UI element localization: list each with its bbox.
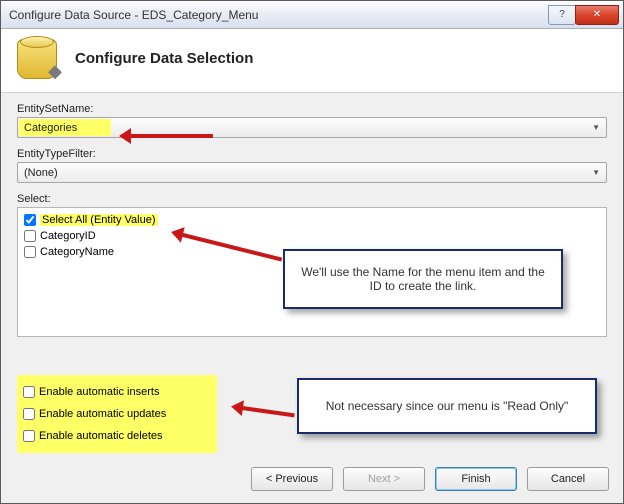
cancel-button[interactable]: Cancel bbox=[527, 467, 609, 491]
enable-deletes-label: Enable automatic deletes bbox=[39, 430, 163, 442]
chevron-down-icon: ▼ bbox=[592, 168, 600, 177]
entitysetname-label: EntitySetName: bbox=[17, 103, 607, 115]
entitysetname-dropdown[interactable]: Categories ▼ bbox=[17, 117, 607, 138]
dialog-content: Configure Data Selection EntitySetName: … bbox=[1, 29, 623, 503]
enable-updates-row[interactable]: Enable automatic updates bbox=[23, 403, 209, 425]
categoryname-checkbox[interactable] bbox=[24, 246, 36, 258]
enable-updates-label: Enable automatic updates bbox=[39, 408, 166, 420]
entitytypefilter-value: (None) bbox=[24, 167, 58, 179]
enable-inserts-checkbox[interactable] bbox=[23, 386, 35, 398]
entitysetname-value: Categories bbox=[24, 122, 77, 134]
entitytypefilter-dropdown[interactable]: (None) ▼ bbox=[17, 162, 607, 183]
previous-button[interactable]: < Previous bbox=[251, 467, 333, 491]
enable-inserts-label: Enable automatic inserts bbox=[39, 386, 159, 398]
wizard-buttons: < Previous Next > Finish Cancel bbox=[251, 467, 609, 491]
entitytypefilter-label: EntityTypeFilter: bbox=[17, 148, 607, 160]
finish-button[interactable]: Finish bbox=[435, 467, 517, 491]
annotation-callout: We'll use the Name for the menu item and… bbox=[283, 249, 563, 309]
window-title: Configure Data Source - EDS_Category_Men… bbox=[9, 8, 549, 22]
select-label: Select: bbox=[17, 193, 607, 205]
dialog-body: EntitySetName: Categories ▼ EntityTypeFi… bbox=[1, 93, 623, 503]
enable-updates-checkbox[interactable] bbox=[23, 408, 35, 420]
annotation-callout: Not necessary since our menu is "Read On… bbox=[297, 378, 597, 434]
close-button[interactable]: ✕ bbox=[575, 5, 619, 25]
enable-inserts-row[interactable]: Enable automatic inserts bbox=[23, 381, 209, 403]
window-controls: ? ✕ bbox=[549, 5, 619, 25]
annotation-arrow bbox=[123, 134, 213, 138]
categoryid-checkbox[interactable] bbox=[24, 230, 36, 242]
select-all-checkbox[interactable] bbox=[24, 214, 36, 226]
titlebar: Configure Data Source - EDS_Category_Men… bbox=[1, 1, 623, 29]
chevron-down-icon: ▼ bbox=[592, 123, 600, 132]
help-button[interactable]: ? bbox=[548, 5, 576, 25]
select-item-label: CategoryID bbox=[40, 230, 96, 242]
select-item-label: CategoryName bbox=[40, 246, 114, 258]
next-button: Next > bbox=[343, 467, 425, 491]
database-icon bbox=[17, 39, 57, 79]
enable-deletes-row[interactable]: Enable automatic deletes bbox=[23, 425, 209, 447]
enable-options: Enable automatic inserts Enable automati… bbox=[17, 375, 217, 453]
page-heading: Configure Data Selection bbox=[75, 50, 253, 67]
dialog-header: Configure Data Selection bbox=[1, 29, 623, 93]
select-item-label: Select All (Entity Value) bbox=[40, 214, 158, 226]
dialog-window: Configure Data Source - EDS_Category_Men… bbox=[0, 0, 624, 504]
select-item-categoryid[interactable]: CategoryID bbox=[24, 228, 600, 244]
enable-deletes-checkbox[interactable] bbox=[23, 430, 35, 442]
select-item-all[interactable]: Select All (Entity Value) bbox=[24, 212, 600, 228]
annotation-arrow bbox=[235, 405, 295, 417]
